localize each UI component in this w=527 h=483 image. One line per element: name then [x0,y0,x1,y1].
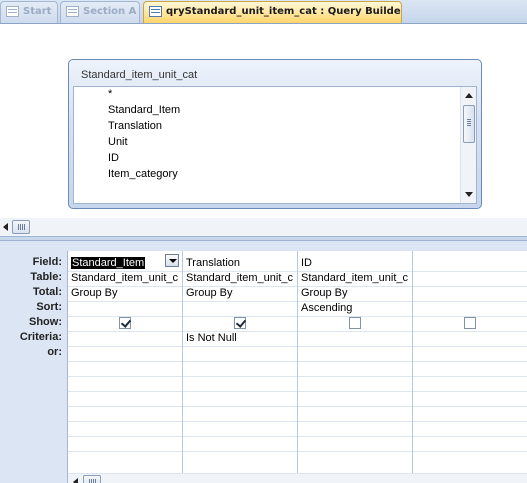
field-list-item[interactable]: Translation [108,120,162,132]
table-cell[interactable]: Standard_item_unit_c [71,271,181,285]
query-design-grid: Standard_Item Standard_item_unit_c Group… [67,251,527,483]
tab-label: Section A [83,6,137,17]
document-tab-strip: Start Section A qryStandard_unit_item_ca… [0,0,527,24]
scroll-thumb[interactable] [83,475,101,483]
sort-cell[interactable]: Ascending [301,301,411,315]
grid-horizontal-scrollbar[interactable] [68,473,527,483]
field-cell[interactable]: Translation [186,256,296,270]
row-label-show: Show: [29,316,62,328]
field-dropdown-chevron-down-icon[interactable] [165,254,179,267]
tab-section-a[interactable]: Section A [60,1,140,23]
row-label-table: Table: [30,271,62,283]
tab-label: Start [23,6,52,17]
tab-query-builder[interactable]: qryStandard_unit_item_cat : Query Builde… [143,1,402,23]
show-checkbox[interactable] [119,317,131,329]
grid-column-divider [412,251,413,473]
field-list-window[interactable]: Standard_item_unit_cat * Standard_Item T… [68,59,482,209]
grid-column-divider [182,251,183,473]
query-design-upper-pane: Standard_item_unit_cat * Standard_Item T… [0,24,527,218]
field-list-title: Standard_item_unit_cat [81,69,198,81]
show-checkbox[interactable] [349,317,361,329]
form-icon [6,6,19,17]
field-list-item[interactable]: ID [108,152,119,164]
row-label-or: or: [47,346,62,358]
row-label-criteria: Criteria: [19,331,62,343]
show-checkbox[interactable] [464,317,476,329]
scroll-thumb[interactable] [12,220,30,234]
design-grid-pane: Field: Table: Total: Sort: Show: Criteri… [0,241,527,483]
field-list-box: * Standard_Item Translation Unit ID Item… [73,86,477,204]
field-list-item[interactable]: Unit [108,136,128,148]
scroll-left-arrow-icon[interactable] [73,478,78,483]
query-icon [149,6,162,17]
form-icon [66,6,79,17]
table-cell[interactable]: Standard_item_unit_c [301,271,411,285]
field-list-item[interactable]: Standard_Item [108,104,180,116]
scroll-left-arrow-icon[interactable] [3,223,8,231]
tab-start[interactable]: Start [0,1,58,23]
table-cell[interactable]: Standard_item_unit_c [186,271,296,285]
scroll-up-arrow-icon[interactable] [465,93,473,98]
total-cell[interactable]: Group By [186,286,296,300]
tab-label: qryStandard_unit_item_cat : Query Builde… [166,6,402,17]
field-cell[interactable]: ID [301,256,411,270]
field-cell[interactable]: Standard_Item [71,256,163,270]
criteria-cell[interactable]: Is Not Null [186,331,296,345]
row-label-field: Field: [32,256,62,268]
field-list-item[interactable]: * [108,88,112,100]
row-label-sort: Sort: [36,301,62,313]
scroll-down-arrow-icon[interactable] [465,192,473,197]
total-cell[interactable]: Group By [71,286,181,300]
total-cell[interactable]: Group By [301,286,411,300]
row-label-total: Total: [32,286,62,298]
scroll-thumb[interactable] [463,105,475,143]
grid-column-divider [297,251,298,473]
show-checkbox[interactable] [234,317,246,329]
field-list-scrollbar[interactable] [460,87,476,203]
upper-pane-horizontal-scrollbar[interactable] [0,218,527,236]
field-cell-text: Standard_Item [71,257,146,269]
field-list-item[interactable]: Item_category [108,168,178,180]
